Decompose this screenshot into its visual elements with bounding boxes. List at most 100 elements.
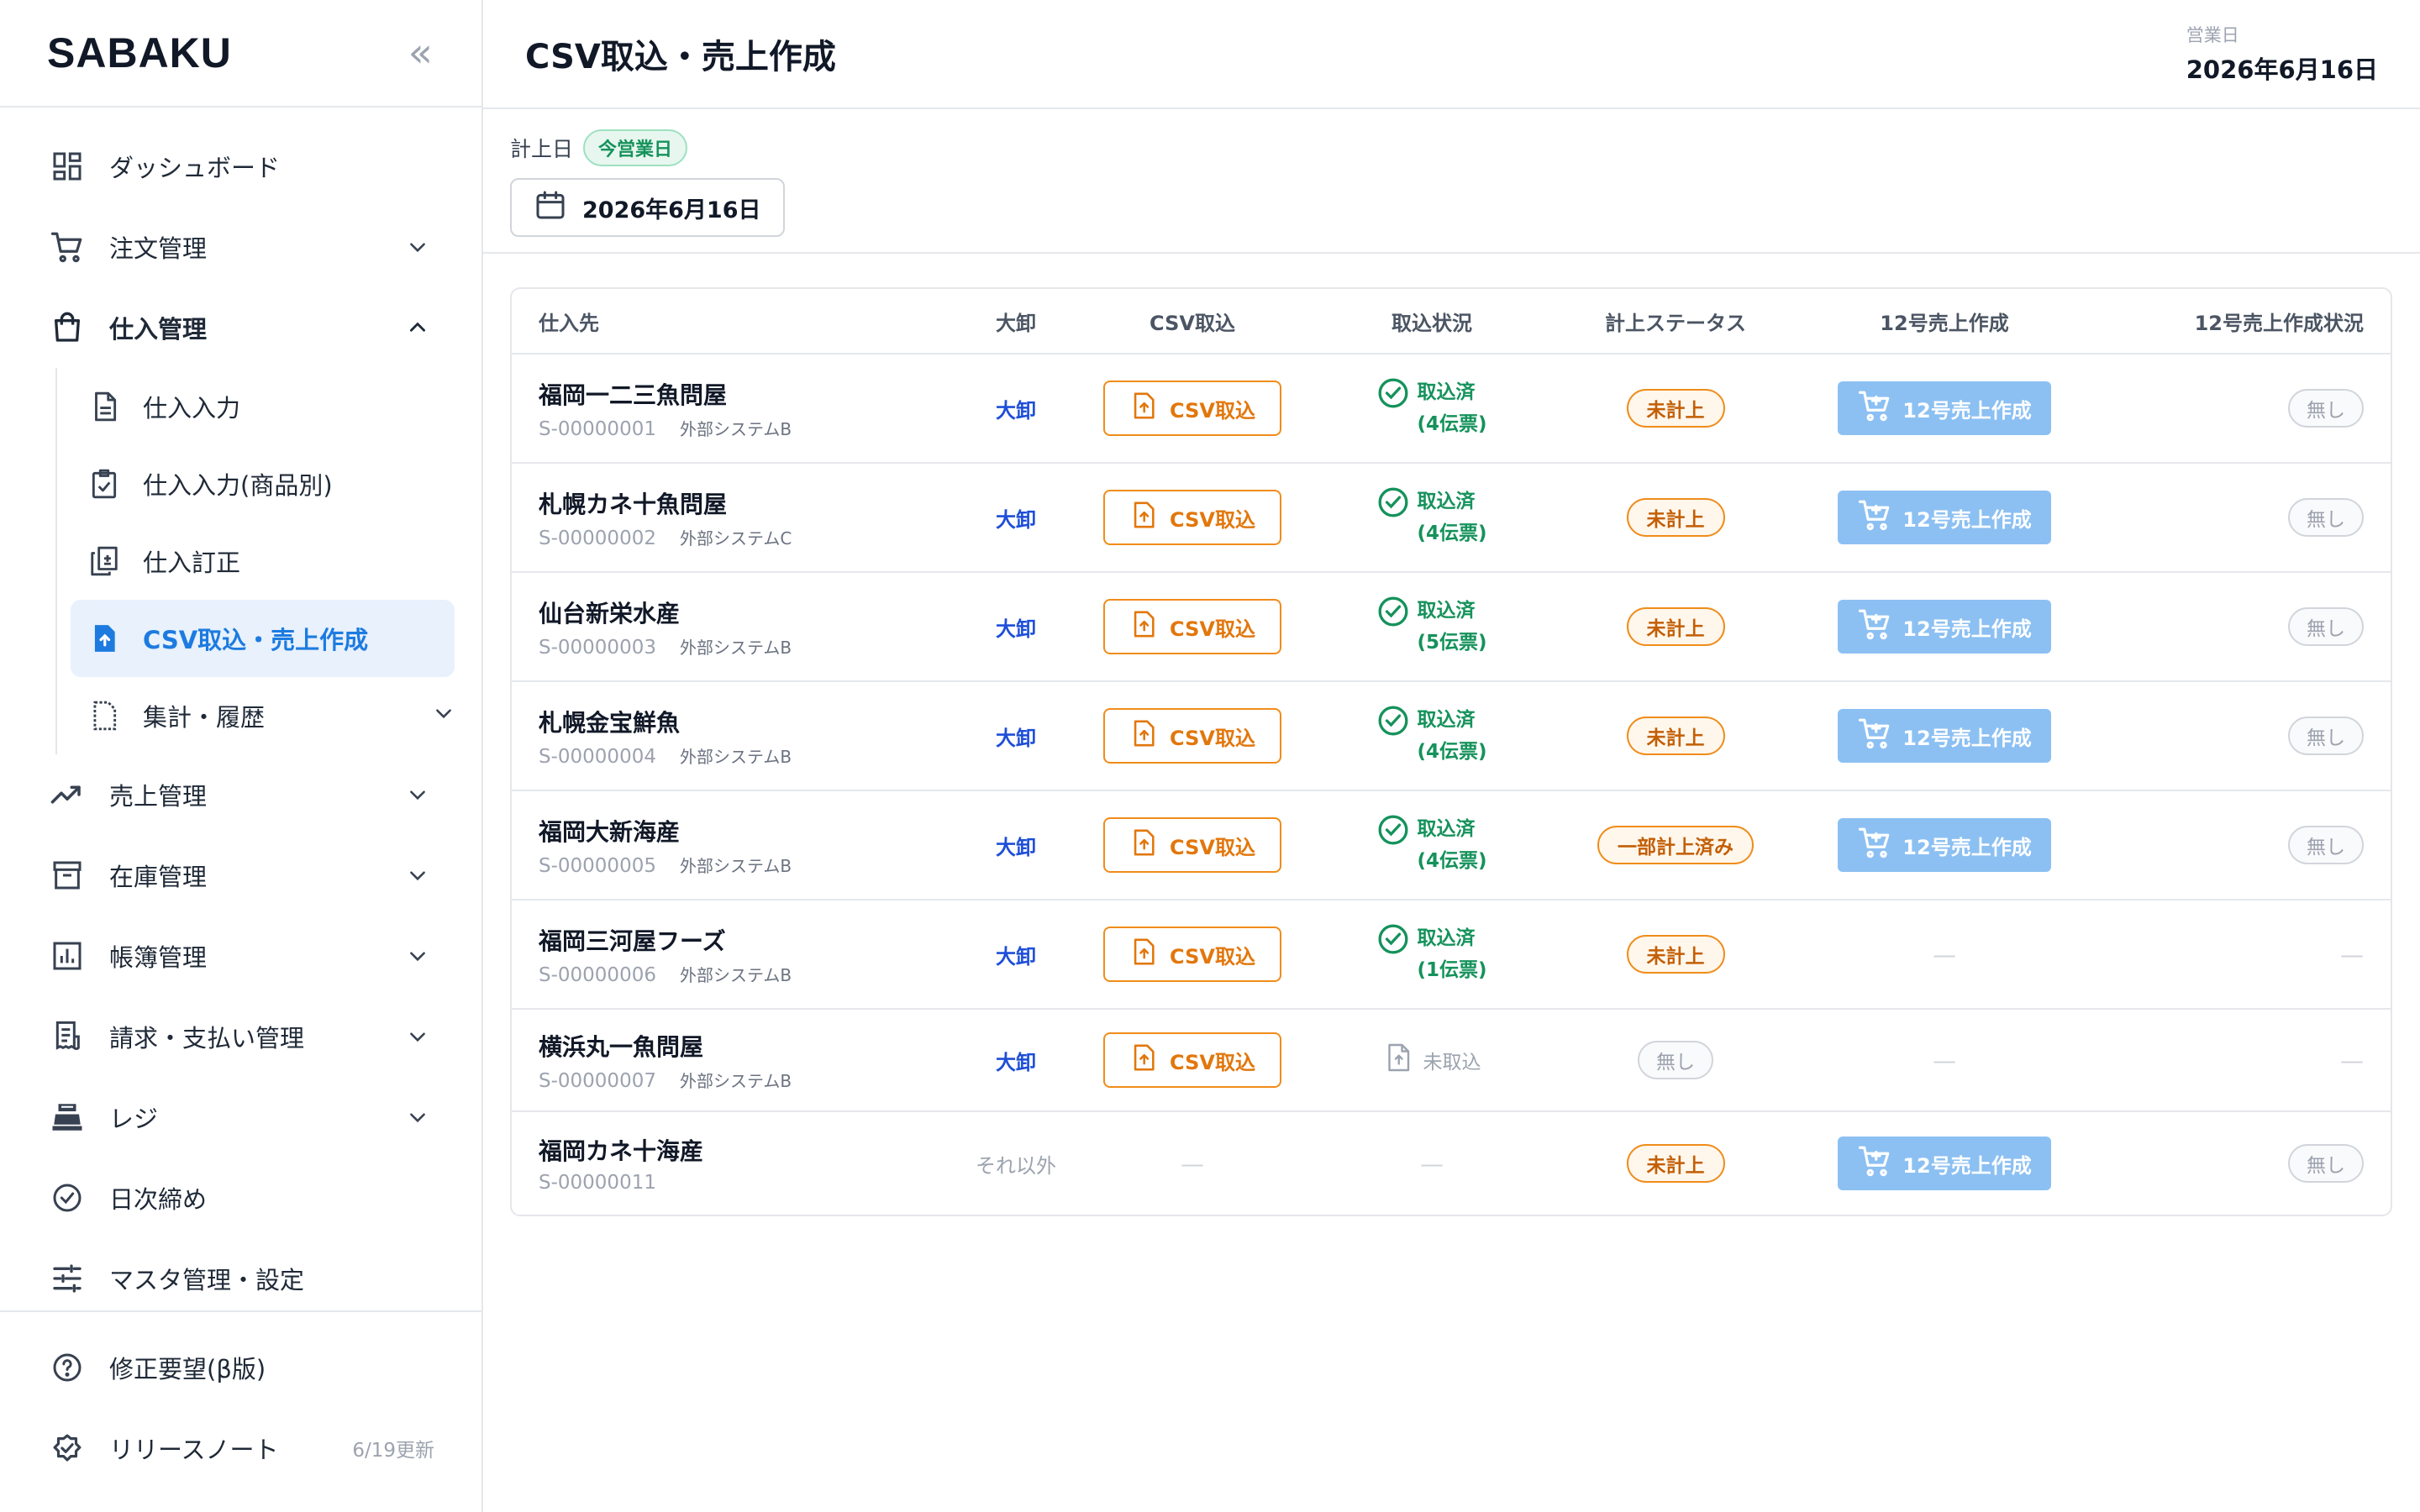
sidebar-item-label: 日次締め — [109, 1185, 208, 1214]
create-sales-button[interactable]: 12号売上作成 — [1838, 491, 2051, 544]
sidebar-item-sales[interactable]: 売上管理 — [0, 754, 481, 835]
sales-status-badge: 無し — [2288, 607, 2364, 646]
supplier-name: 札幌カネ十魚問屋 — [539, 490, 728, 518]
supplier-meta: S-00000002 外部システムC — [539, 525, 957, 549]
csv-import-button[interactable]: CSV取込 — [1103, 381, 1281, 436]
sidebar-item-label: 帳簿管理 — [109, 943, 208, 972]
sales-create-cell: 12号売上作成 — [1797, 818, 2091, 872]
csv-import-button[interactable]: CSV取込 — [1103, 927, 1281, 982]
csv-import-button[interactable]: CSV取込 — [1103, 599, 1281, 654]
csv-import-button[interactable]: CSV取込 — [1103, 817, 1281, 873]
col-sales-status: 12号売上作成状況 — [2194, 311, 2364, 335]
create-sales-button[interactable]: 12号売上作成 — [1838, 1137, 2051, 1190]
sidebar-subitem-purchase-correction[interactable]: 仕入訂正 — [71, 522, 481, 600]
cart-plus-icon — [1857, 606, 1892, 647]
csv-cell: CSV取込 — [1075, 927, 1310, 982]
slip-count: (5伝票) — [1417, 632, 1487, 654]
csv-import-button[interactable]: CSV取込 — [1103, 490, 1281, 545]
tier-label: 大卸 — [996, 507, 1036, 532]
cart-plus-icon — [1857, 497, 1892, 538]
sales-status-cell: 無し — [2091, 389, 2391, 428]
check-circle-icon — [1376, 922, 1410, 961]
tier-label: 大卸 — [996, 726, 1036, 750]
create-sales-button[interactable]: 12号売上作成 — [1838, 600, 2051, 654]
import-status-cell: 取込済 (5伝票) — [1310, 595, 1554, 659]
import-status-done: 取込済 (4伝票) — [1376, 376, 1487, 440]
posting-date-value: 2026年6月16日 — [582, 197, 761, 223]
sidebar-item-daily-close[interactable]: 日次締め — [0, 1158, 481, 1238]
chevron-down-icon — [401, 939, 434, 973]
csv-import-button[interactable]: CSV取込 — [1103, 1032, 1281, 1088]
empty-dash: — — [1181, 1149, 1204, 1178]
posting-status-badge: 未計上 — [1626, 935, 1725, 974]
help-circle-icon — [47, 1347, 87, 1388]
sidebar-subitem-summary-history[interactable]: 集計・履歴 — [71, 677, 481, 754]
import-status-label: 取込済 — [1417, 491, 1476, 512]
posting-date-picker[interactable]: 2026年6月16日 — [510, 178, 785, 237]
sidebar-item-inventory[interactable]: 在庫管理 — [0, 835, 481, 916]
sidebar-subitem-purchase-by-product[interactable]: 仕入入力(商品別) — [71, 445, 481, 522]
posting-status-cell: 未計上 — [1554, 498, 1797, 537]
create-sales-button[interactable]: 12号売上作成 — [1838, 709, 2051, 763]
empty-dash: — — [1933, 1046, 1956, 1074]
supplier-system: 外部システムB — [679, 418, 792, 439]
csv-import-button[interactable]: CSV取込 — [1103, 708, 1281, 764]
csv-import-label: CSV取込 — [1170, 835, 1255, 859]
supplier-code: S-00000002 — [539, 527, 656, 549]
import-status-done: 取込済 (4伝票) — [1376, 486, 1487, 549]
sales-status-badge: 無し — [2288, 717, 2364, 755]
tier-cell: 大卸 — [957, 722, 1075, 751]
supplier-code: S-00000005 — [539, 854, 656, 877]
supplier-system: 外部システムB — [679, 964, 792, 985]
sales-status-cell: 無し — [2091, 826, 2391, 864]
slip-count: (4伝票) — [1417, 522, 1487, 544]
sidebar-subitem-label: 仕入入力 — [143, 394, 241, 423]
import-status-label: 取込済 — [1417, 600, 1476, 622]
trend-icon — [47, 774, 87, 815]
create-sales-button[interactable]: 12号売上作成 — [1838, 381, 2051, 435]
sidebar-item-master-settings[interactable]: マスタ管理・設定 — [0, 1238, 481, 1319]
sidebar-item-orders[interactable]: 注文管理 — [0, 207, 481, 287]
tier-label: それ以外 — [976, 1153, 1056, 1178]
business-day: 営業日 2026年6月16日 — [2186, 22, 2378, 86]
posting-date-label: 計上日 — [510, 137, 574, 161]
import-status-label: 取込済 — [1417, 381, 1476, 403]
today-tag: 今営業日 — [583, 129, 688, 166]
import-status-cell: 取込済 (4伝票) — [1310, 813, 1554, 877]
supplier-meta: S-00000011 — [539, 1172, 957, 1194]
sales-status-cell: — — [2091, 941, 2391, 969]
create-sales-label: 12号売上作成 — [1902, 617, 2032, 641]
sidebar-item-ledger[interactable]: 帳簿管理 — [0, 916, 481, 996]
sidebar-item-label: 在庫管理 — [109, 863, 208, 891]
csv-import-label: CSV取込 — [1170, 1050, 1255, 1074]
sidebar-item-billing[interactable]: 請求・支払い管理 — [0, 996, 481, 1077]
sidebar-item-purchasing[interactable]: 仕入管理 — [0, 287, 481, 368]
sidebar-item-register[interactable]: レジ — [0, 1077, 481, 1158]
sidebar-item-release-notes[interactable]: リリースノート 6/19更新 — [0, 1408, 481, 1488]
business-day-label: 営業日 — [2186, 25, 2239, 45]
sidebar-subitem-csv-import[interactable]: CSV取込・売上作成 — [71, 600, 455, 677]
table-row: 福岡三河屋フーズ S-00000006 外部システムB 大卸 CSV取込 取込済 (1伝票)… — [512, 900, 2391, 1010]
sidebar-item-dashboard[interactable]: ダッシュボード — [0, 126, 481, 207]
empty-dash: — — [1933, 940, 1956, 969]
sidebar-item-feedback[interactable]: 修正要望(β版) — [0, 1327, 481, 1408]
csv-import-label: CSV取込 — [1170, 944, 1255, 969]
sidebar-item-label: 仕入管理 — [109, 315, 208, 344]
sidebar: SABAKU « ダッシュボード 注文管理 仕入管理 仕入入力 仕入入力(商品別… — [0, 0, 483, 1512]
check-circle-icon — [1376, 704, 1410, 743]
supplier-code: S-00000011 — [539, 1172, 656, 1194]
receipt-icon — [47, 1016, 87, 1057]
file-upload-icon — [86, 620, 123, 657]
create-sales-button[interactable]: 12号売上作成 — [1838, 818, 2051, 872]
document-icon — [86, 388, 123, 425]
table-row: 福岡大新海産 S-00000005 外部システムB 大卸 CSV取込 取込済 (4伝票) 一部… — [512, 791, 2391, 900]
tier-label: 大卸 — [996, 835, 1036, 859]
posting-status-cell: 未計上 — [1554, 717, 1797, 755]
posting-status-badge: 一部計上済み — [1597, 826, 1754, 864]
posting-status-cell: 未計上 — [1554, 607, 1797, 646]
import-status-cell: 取込済 (4伝票) — [1310, 376, 1554, 440]
collapse-sidebar-icon[interactable]: « — [408, 33, 433, 73]
supplier-system: 外部システムB — [679, 1070, 792, 1091]
sidebar-subitem-purchase-entry[interactable]: 仕入入力 — [71, 368, 481, 445]
tier-cell: それ以外 — [957, 1149, 1075, 1179]
